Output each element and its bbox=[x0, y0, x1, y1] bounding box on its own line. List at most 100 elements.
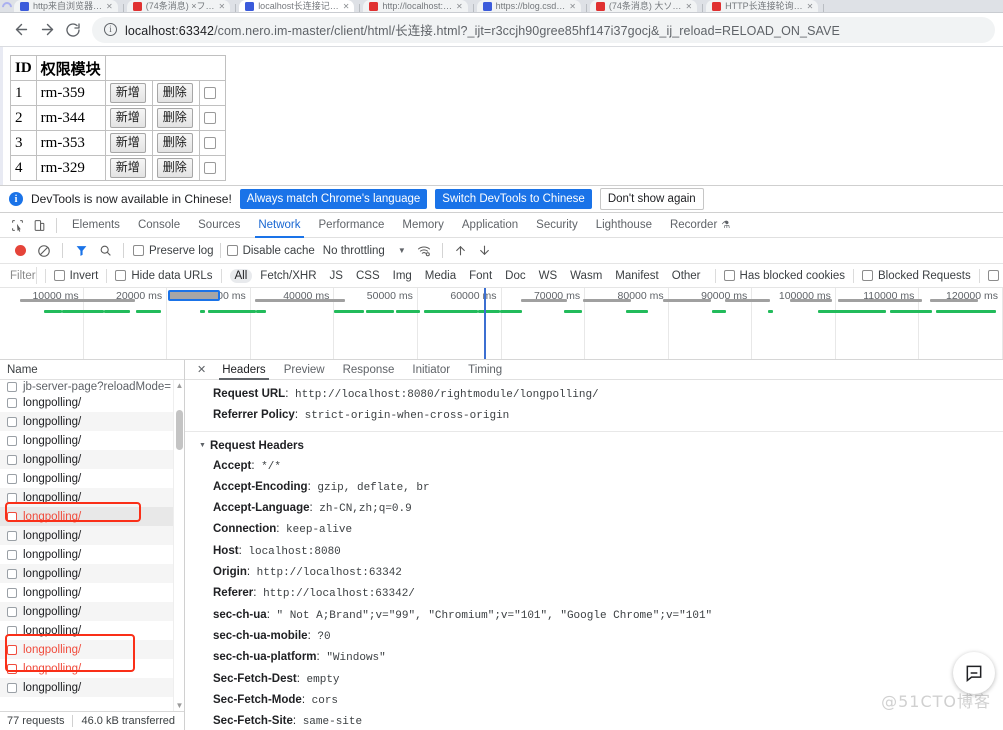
chevron-down-icon[interactable]: ▼ bbox=[398, 246, 406, 255]
devtools-tab-performance[interactable]: Performance bbox=[310, 213, 394, 238]
browser-tab[interactable]: (74条消息) 大ソ… ✕ bbox=[589, 0, 698, 12]
browser-tab[interactable]: localhost长连接记… ✕ bbox=[239, 0, 355, 12]
delete-button[interactable]: 删除 bbox=[156, 108, 193, 128]
list-item[interactable]: longpolling/ bbox=[0, 412, 184, 431]
delete-button[interactable]: 删除 bbox=[156, 133, 193, 153]
browser-tab[interactable]: HTTP长连接轮询… ✕ bbox=[706, 0, 819, 12]
row-checkbox[interactable] bbox=[203, 112, 216, 125]
devtools-tab-sources[interactable]: Sources bbox=[189, 213, 249, 238]
delete-button[interactable]: 删除 bbox=[156, 83, 193, 103]
list-item[interactable]: longpolling/ bbox=[0, 507, 184, 526]
request-checkbox[interactable] bbox=[7, 625, 17, 636]
disable-cache-checkbox[interactable]: Disable cache bbox=[226, 245, 315, 257]
resource-type-filter-media[interactable]: Media bbox=[420, 269, 461, 283]
close-icon[interactable]: ✕ bbox=[807, 0, 814, 12]
list-item[interactable]: longpolling/ bbox=[0, 393, 184, 412]
resource-type-filter-css[interactable]: CSS bbox=[351, 269, 385, 283]
detail-tab-preview[interactable]: Preview bbox=[275, 360, 334, 380]
list-item[interactable]: longpolling/ bbox=[0, 640, 184, 659]
inspect-element-icon[interactable] bbox=[6, 215, 28, 235]
third-party-checkbox[interactable]: 3rd bbox=[987, 270, 1003, 282]
resource-type-filter-ws[interactable]: WS bbox=[534, 269, 563, 283]
resource-type-filter-font[interactable]: Font bbox=[464, 269, 497, 283]
request-checkbox[interactable] bbox=[7, 435, 17, 446]
devtools-tab-network[interactable]: Network bbox=[249, 213, 309, 238]
resource-type-filter-other[interactable]: Other bbox=[667, 269, 706, 283]
clear-network-log-icon[interactable] bbox=[32, 240, 56, 262]
device-toolbar-icon[interactable] bbox=[28, 215, 50, 235]
scroll-down-arrow[interactable]: ▼ bbox=[176, 701, 184, 710]
overview-selection-handle[interactable] bbox=[168, 290, 220, 301]
dont-show-again-button[interactable]: Don't show again bbox=[599, 187, 704, 211]
close-icon[interactable]: ✕ bbox=[685, 0, 692, 12]
list-item[interactable]: longpolling/ bbox=[0, 659, 184, 678]
browser-tab[interactable]: http://localhost:… ✕ bbox=[363, 0, 468, 12]
request-checkbox[interactable] bbox=[7, 682, 17, 693]
hide-data-urls-checkbox[interactable]: Hide data URLs bbox=[115, 270, 213, 282]
switch-to-chinese-button[interactable]: Switch DevTools to Chinese bbox=[435, 188, 592, 210]
add-button[interactable]: 新增 bbox=[109, 133, 146, 153]
devtools-tab-application[interactable]: Application bbox=[453, 213, 527, 238]
scrollbar-thumb[interactable] bbox=[176, 410, 183, 450]
address-bar[interactable]: i localhost:63342/com.nero.im-master/cli… bbox=[92, 16, 995, 43]
detail-tab-headers[interactable]: Headers bbox=[213, 360, 274, 380]
list-item[interactable]: longpolling/ bbox=[0, 602, 184, 621]
devtools-tab-elements[interactable]: Elements bbox=[63, 213, 129, 238]
forward-button[interactable] bbox=[34, 17, 60, 43]
browser-tab[interactable]: https://blog.csd… ✕ bbox=[476, 0, 581, 12]
request-checkbox[interactable] bbox=[7, 397, 17, 408]
filter-input[interactable]: Filter bbox=[8, 267, 37, 284]
detail-tab-timing[interactable]: Timing bbox=[459, 360, 511, 380]
resource-type-filter-doc[interactable]: Doc bbox=[500, 269, 530, 283]
request-checkbox[interactable] bbox=[7, 644, 17, 655]
add-button[interactable]: 新增 bbox=[109, 83, 146, 103]
request-checkbox[interactable] bbox=[7, 511, 17, 522]
request-checkbox[interactable] bbox=[7, 473, 17, 484]
list-item[interactable]: longpolling/ bbox=[0, 526, 184, 545]
add-button[interactable]: 新增 bbox=[109, 158, 146, 178]
request-name-column-header[interactable]: Name bbox=[0, 360, 184, 380]
request-checkbox[interactable] bbox=[7, 530, 17, 541]
request-checkbox[interactable] bbox=[7, 587, 17, 598]
devtools-tab-console[interactable]: Console bbox=[129, 213, 189, 238]
list-item[interactable]: longpolling/ bbox=[0, 678, 184, 697]
resource-type-filter-manifest[interactable]: Manifest bbox=[610, 269, 663, 283]
blocked-requests-checkbox[interactable]: Blocked Requests bbox=[862, 270, 971, 282]
feedback-icon[interactable] bbox=[953, 652, 995, 694]
request-checkbox[interactable] bbox=[7, 454, 17, 465]
invert-checkbox[interactable]: Invert bbox=[53, 270, 98, 282]
resource-type-filter-img[interactable]: Img bbox=[388, 269, 417, 283]
scroll-up-arrow[interactable]: ▲ bbox=[176, 381, 184, 390]
row-checkbox[interactable] bbox=[203, 87, 216, 100]
throttling-select[interactable]: No throttling bbox=[323, 245, 385, 257]
devtools-tab-memory[interactable]: Memory bbox=[393, 213, 453, 238]
request-checkbox[interactable] bbox=[7, 492, 17, 503]
record-button[interactable] bbox=[8, 240, 32, 262]
close-icon[interactable]: ✕ bbox=[190, 363, 213, 376]
network-conditions-icon[interactable] bbox=[412, 240, 436, 262]
list-item[interactable]: longpolling/ bbox=[0, 545, 184, 564]
detail-tab-initiator[interactable]: Initiator bbox=[403, 360, 459, 380]
list-item[interactable]: longpolling/ bbox=[0, 621, 184, 640]
devtools-tab-lighthouse[interactable]: Lighthouse bbox=[587, 213, 661, 238]
close-icon[interactable]: ✕ bbox=[569, 0, 576, 12]
request-checkbox[interactable] bbox=[7, 568, 17, 579]
request-list[interactable]: jb-server-page?reloadMode= longpolling/l… bbox=[0, 380, 184, 711]
close-icon[interactable]: ✕ bbox=[456, 0, 463, 12]
list-item[interactable]: jb-server-page?reloadMode= bbox=[0, 380, 184, 393]
detail-tab-response[interactable]: Response bbox=[334, 360, 404, 380]
list-item[interactable]: longpolling/ bbox=[0, 564, 184, 583]
always-match-language-button[interactable]: Always match Chrome's language bbox=[239, 188, 428, 210]
row-checkbox[interactable] bbox=[203, 137, 216, 150]
delete-button[interactable]: 删除 bbox=[156, 158, 193, 178]
resource-type-filter-js[interactable]: JS bbox=[325, 269, 348, 283]
add-button[interactable]: 新增 bbox=[109, 108, 146, 128]
search-icon[interactable] bbox=[93, 240, 117, 262]
request-checkbox[interactable] bbox=[7, 663, 17, 674]
list-item[interactable]: longpolling/ bbox=[0, 469, 184, 488]
request-list-scrollbar[interactable]: ▲ ▼ bbox=[173, 380, 184, 711]
resource-type-filter-all[interactable]: All bbox=[229, 268, 253, 283]
browser-tab[interactable]: (74条消息) ×フ… ✕ bbox=[126, 0, 231, 12]
site-info-icon[interactable]: i bbox=[104, 23, 117, 36]
browser-tab[interactable]: http来自浏览器… ✕ bbox=[14, 0, 118, 12]
